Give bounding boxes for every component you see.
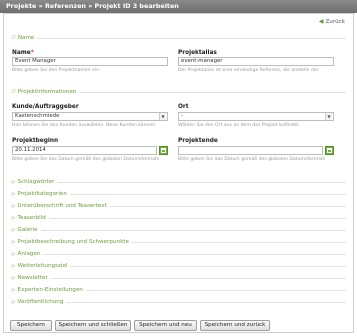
divider bbox=[11, 278, 346, 279]
ende-label: Projektende bbox=[178, 138, 218, 144]
section-anlagen[interactable]: ▷ Anlagen bbox=[12, 251, 44, 257]
beginn-hint: Bitte geben Sie das Datum gemäß des glob… bbox=[12, 157, 160, 162]
section-newsletter[interactable]: ▷ Newsletter bbox=[12, 275, 51, 281]
calendar-icon[interactable] bbox=[325, 146, 334, 155]
name-field[interactable]: Event Manager bbox=[12, 57, 168, 66]
button-bar: Speichern Speichern und schließen Speich… bbox=[4, 320, 353, 333]
back-label: Zurück bbox=[325, 19, 345, 25]
section-projektbeschreibung[interactable]: ▷ Projektbeschreibung und Schwerpunkte bbox=[12, 239, 132, 245]
expand-triangle-icon: ▷ bbox=[12, 192, 16, 197]
collapse-triangle-icon: ▽ bbox=[12, 35, 16, 41]
expand-triangle-icon: ▷ bbox=[12, 300, 16, 305]
section-name-header[interactable]: ▽ Name bbox=[12, 35, 38, 41]
divider bbox=[11, 230, 346, 231]
beginn-field[interactable]: 20.11.2014 bbox=[12, 146, 157, 155]
section-unterueberschrift[interactable]: ▷ Unterüberschrift und Teasertext bbox=[12, 203, 110, 209]
chevron-down-icon: ▼ bbox=[159, 113, 166, 120]
section-experten-einstellungen[interactable]: ▷ Experten-Einstellungen bbox=[12, 287, 86, 293]
alias-hint: Der Projektalias ist eine eindeutige Ref… bbox=[178, 68, 319, 73]
expand-triangle-icon: ▷ bbox=[12, 276, 16, 281]
section-weiterleitungsziel[interactable]: ▷ Weiterleitungsziel bbox=[12, 263, 71, 269]
kunde-label: Kunde/Auftraggeber bbox=[12, 104, 79, 110]
divider bbox=[11, 254, 346, 255]
edit-panel: ◀ Zurück ▽ Name Name* Event Manager Bitte … bbox=[3, 13, 354, 333]
kunde-select[interactable]: Kastenschmiede ▼ bbox=[12, 112, 168, 121]
ort-label: Ort bbox=[178, 104, 189, 110]
ort-hint: Wählen Sie den Ort aus an dem das Projek… bbox=[178, 123, 300, 128]
kunde-hint: Hier können Sie den Kunden auswählen. Ne… bbox=[12, 123, 156, 128]
back-arrow-icon: ◀ bbox=[318, 18, 324, 25]
expand-triangle-icon: ▷ bbox=[12, 240, 16, 245]
divider bbox=[11, 38, 346, 39]
collapse-triangle-icon: ▽ bbox=[12, 89, 16, 95]
divider bbox=[11, 182, 346, 183]
divider bbox=[11, 218, 346, 219]
expand-triangle-icon: ▷ bbox=[12, 204, 16, 209]
ort-select[interactable]: - ▼ bbox=[178, 112, 334, 121]
expand-triangle-icon: ▷ bbox=[12, 252, 16, 257]
expand-triangle-icon: ▷ bbox=[12, 288, 16, 293]
ende-field[interactable] bbox=[178, 146, 323, 155]
section-schlagwoerter[interactable]: ▷ Schlagwörter bbox=[12, 179, 58, 185]
ende-hint: Bitte geben Sie das Datum gemäß des glob… bbox=[178, 157, 326, 162]
save-back-button[interactable]: Speichern und zurück bbox=[200, 320, 270, 331]
section-galerie[interactable]: ▷ Galerie bbox=[12, 227, 41, 233]
save-button[interactable]: Speichern bbox=[10, 320, 52, 331]
expand-triangle-icon: ▷ bbox=[12, 180, 16, 185]
name-hint: Bitte geben Sie den Projektnamen ein. bbox=[12, 68, 101, 73]
expand-triangle-icon: ▷ bbox=[12, 216, 16, 221]
alias-label: Projektalias bbox=[178, 50, 217, 56]
section-projektinfo-header[interactable]: ▽ Projektinformationen bbox=[12, 89, 80, 95]
chevron-down-icon: ▼ bbox=[325, 113, 332, 120]
alias-field[interactable]: event-manager bbox=[178, 57, 334, 66]
breadcrumb: Projekte » Referenzen » Projekt ID 3 bea… bbox=[0, 0, 357, 13]
save-close-button[interactable]: Speichern und schließen bbox=[55, 320, 131, 331]
section-teaserbild[interactable]: ▷ Teaserbild bbox=[12, 215, 49, 221]
save-new-button[interactable]: Speichern und neu bbox=[134, 320, 197, 331]
section-projektkategorien[interactable]: ▷ Projektkategorien bbox=[12, 191, 70, 197]
name-label: Name* bbox=[12, 50, 34, 56]
beginn-label: Projektbeginn bbox=[12, 138, 59, 144]
section-veroeffentlichung[interactable]: ▷ Veröffentlichung bbox=[12, 299, 67, 305]
expand-triangle-icon: ▷ bbox=[12, 228, 16, 233]
calendar-icon[interactable] bbox=[159, 146, 168, 155]
expand-triangle-icon: ▷ bbox=[12, 264, 16, 269]
back-link[interactable]: ◀ Zurück bbox=[319, 18, 345, 25]
